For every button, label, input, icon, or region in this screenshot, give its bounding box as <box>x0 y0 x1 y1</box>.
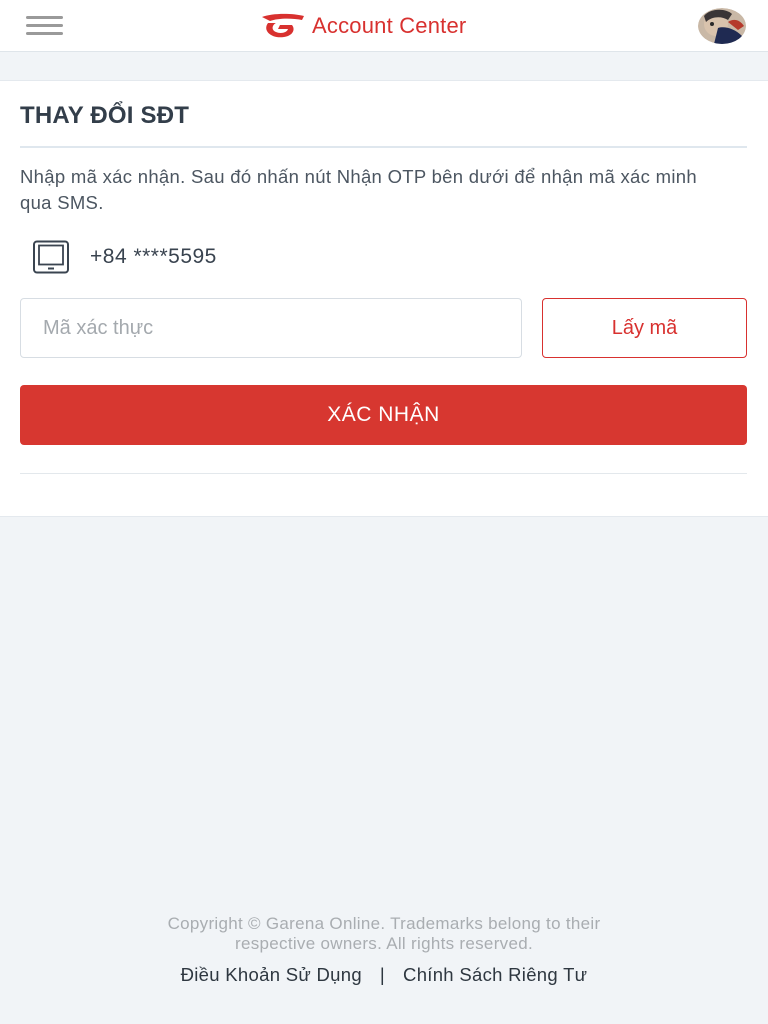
tablet-icon <box>33 240 69 274</box>
verification-code-input[interactable] <box>20 298 522 358</box>
phone-row: +84 ****5595 <box>32 239 217 275</box>
form-bottom-divider <box>20 473 747 474</box>
brand[interactable]: Account Center <box>258 10 466 42</box>
copyright-text: Copyright © Garena Online. Trademarks be… <box>70 914 698 954</box>
terms-of-use-link[interactable]: Điều Khoản Sử Dụng <box>181 964 362 986</box>
hamburger-menu-icon[interactable] <box>26 14 64 38</box>
garena-logo-icon <box>262 13 304 38</box>
privacy-policy-link[interactable]: Chính Sách Riêng Tư <box>403 964 587 986</box>
page-title: THAY ĐỔI SĐT <box>20 102 190 129</box>
title-divider <box>20 146 747 148</box>
footer-separator: | <box>379 964 386 985</box>
copyright-line-1: Copyright © Garena Online. Trademarks be… <box>167 914 601 933</box>
masked-phone-number: +84 ****5595 <box>90 245 217 268</box>
confirm-button[interactable]: XÁC NHẬN <box>20 385 747 445</box>
top-header: Account Center <box>0 0 768 52</box>
copyright-line-2: respective owners. All rights reserved. <box>235 934 533 953</box>
avatar-image <box>698 8 746 44</box>
footer-links: Điều Khoản Sử Dụng | Chính Sách Riêng Tư <box>0 964 768 986</box>
change-phone-card: THAY ĐỔI SĐT Nhập mã xác nhận. Sau đó nh… <box>0 80 768 517</box>
instruction-text: Nhập mã xác nhận. Sau đó nhấn nút Nhận O… <box>20 166 697 213</box>
user-avatar[interactable] <box>698 8 746 44</box>
app-title: Account Center <box>312 13 467 38</box>
get-code-button[interactable]: Lấy mã <box>542 298 747 358</box>
